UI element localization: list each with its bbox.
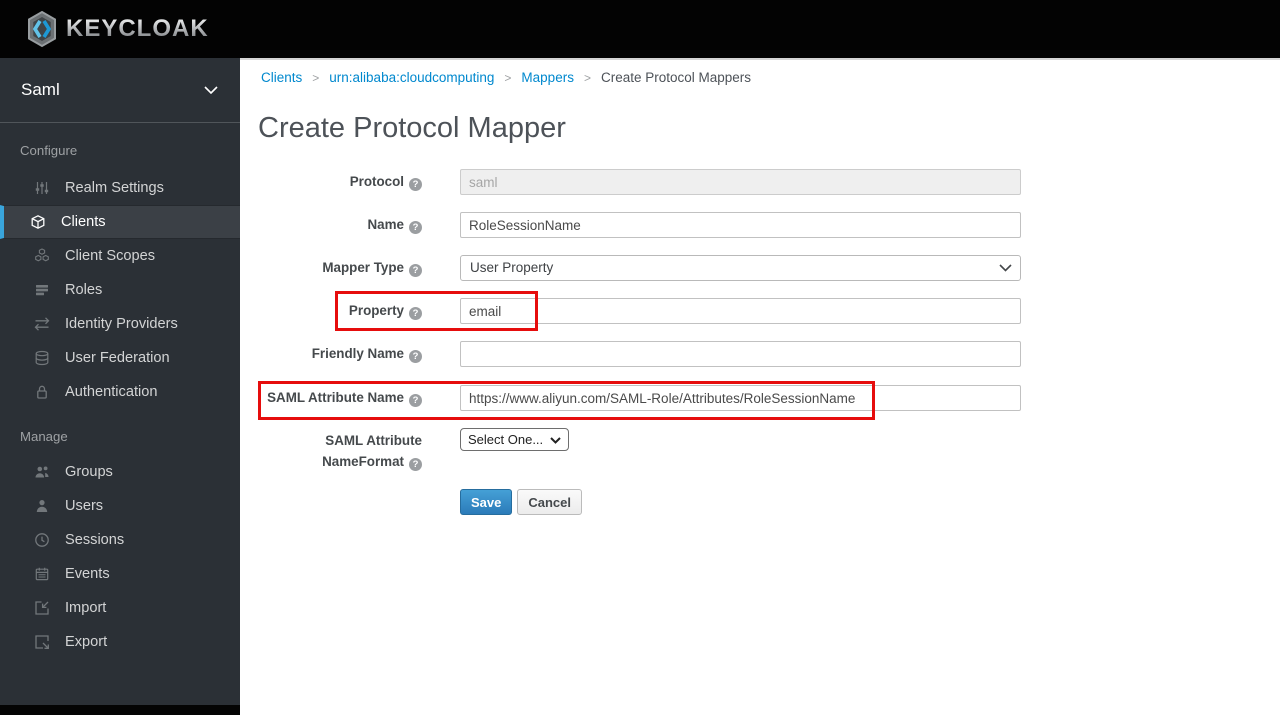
help-icon[interactable] <box>409 458 422 471</box>
list-icon <box>34 282 52 298</box>
configure-nav: Realm Settings Clients Client Scopes Rol… <box>0 171 240 409</box>
sidebar-item-label: Client Scopes <box>65 248 156 264</box>
exchange-arrows-icon <box>34 316 52 332</box>
sidebar-item-export[interactable]: Export <box>0 625 240 659</box>
chevron-down-icon <box>204 86 218 94</box>
saml-attribute-nameformat-label: SAML Attribute NameFormat <box>292 430 422 472</box>
sidebar-item-identity-providers[interactable]: Identity Providers <box>0 307 240 341</box>
friendly-name-input[interactable] <box>460 341 1021 367</box>
help-icon[interactable] <box>409 350 422 363</box>
sidebar-item-groups[interactable]: Groups <box>0 455 240 489</box>
keycloak-logo[interactable]: KEYCLOAK <box>24 9 209 49</box>
sidebar-section-manage: Manage <box>20 429 68 444</box>
top-header: KEYCLOAK <box>0 0 1280 58</box>
database-icon <box>34 350 52 366</box>
keycloak-logo-text: KEYCLOAK <box>66 15 209 42</box>
saml-attribute-name-input[interactable] <box>460 385 1021 411</box>
sidebar-item-realm-settings[interactable]: Realm Settings <box>0 171 240 205</box>
lock-icon <box>34 384 52 400</box>
import-icon <box>34 600 52 616</box>
sidebar: Saml Configure Realm Settings Clients Cl… <box>0 58 240 705</box>
clock-icon <box>34 532 52 548</box>
sidebar-item-label: Events <box>65 566 110 582</box>
manage-nav: Groups Users Sessions Events Import Expo… <box>0 455 240 659</box>
name-label: Name <box>240 212 422 238</box>
sidebar-item-label: Users <box>65 498 104 514</box>
breadcrumb-current: Create Protocol Mappers <box>574 70 751 85</box>
help-icon[interactable] <box>409 221 422 234</box>
help-icon[interactable] <box>409 394 422 407</box>
property-input[interactable] <box>460 298 1021 324</box>
property-label: Property <box>240 298 422 324</box>
realm-selector[interactable]: Saml <box>0 58 240 123</box>
cubes-icon <box>34 248 52 264</box>
sidebar-item-label: Import <box>65 600 107 616</box>
saml-attribute-nameformat-select[interactable]: Select One... <box>460 428 569 451</box>
breadcrumb-mappers[interactable]: Mappers <box>494 70 574 85</box>
friendly-name-label: Friendly Name <box>240 341 422 367</box>
sidebar-item-client-scopes[interactable]: Client Scopes <box>0 239 240 273</box>
keycloak-logo-icon <box>28 10 56 48</box>
page-title: Create Protocol Mapper <box>258 112 566 144</box>
mapper-type-label: Mapper Type <box>240 255 422 281</box>
protocol-input <box>460 169 1021 195</box>
keycloak-admin-console: KEYCLOAK Saml Configure Realm Settings C… <box>0 0 1280 715</box>
sidebar-item-label: Groups <box>65 464 113 480</box>
sidebar-item-label: Sessions <box>65 532 125 548</box>
header-divider <box>240 58 1280 60</box>
sidebar-item-label: Authentication <box>65 384 158 400</box>
sidebar-item-users[interactable]: Users <box>0 489 240 523</box>
sidebar-item-authentication[interactable]: Authentication <box>0 375 240 409</box>
form-buttons: Save Cancel <box>460 489 583 515</box>
sidebar-item-label: Realm Settings <box>65 180 164 196</box>
chevron-down-icon <box>999 264 1012 272</box>
sidebar-item-import[interactable]: Import <box>0 591 240 625</box>
sliders-icon <box>34 180 52 196</box>
chevron-down-icon <box>550 437 561 444</box>
save-button[interactable]: Save <box>460 489 513 515</box>
help-icon[interactable] <box>409 307 422 320</box>
sidebar-item-label: Identity Providers <box>65 316 178 332</box>
realm-name: Saml <box>21 80 60 99</box>
export-icon <box>34 634 52 650</box>
sidebar-item-clients[interactable]: Clients <box>0 205 240 239</box>
calendar-icon <box>34 566 52 582</box>
sidebar-bottom-strip <box>0 705 240 715</box>
sidebar-item-label: Export <box>65 634 108 650</box>
cancel-button[interactable]: Cancel <box>517 489 583 515</box>
saml-attribute-name-label: SAML Attribute Name <box>240 385 422 411</box>
sidebar-section-configure: Configure <box>20 143 78 158</box>
users-icon <box>34 464 52 480</box>
sidebar-item-label: Clients <box>61 214 106 230</box>
sidebar-item-label: Roles <box>65 282 103 298</box>
help-icon[interactable] <box>409 264 422 277</box>
protocol-label: Protocol <box>240 169 422 195</box>
breadcrumb-client-id[interactable]: urn:alibaba:cloudcomputing <box>302 70 494 85</box>
sidebar-item-events[interactable]: Events <box>0 557 240 591</box>
sidebar-item-roles[interactable]: Roles <box>0 273 240 307</box>
sidebar-item-label: User Federation <box>65 350 170 366</box>
sidebar-item-sessions[interactable]: Sessions <box>0 523 240 557</box>
help-icon[interactable] <box>409 178 422 191</box>
breadcrumb: Clients urn:alibaba:cloudcomputing Mappe… <box>261 70 751 85</box>
user-icon <box>34 498 52 514</box>
name-input[interactable] <box>460 212 1021 238</box>
sidebar-item-user-federation[interactable]: User Federation <box>0 341 240 375</box>
breadcrumb-clients[interactable]: Clients <box>261 70 302 85</box>
cube-icon <box>30 214 48 230</box>
mapper-type-select[interactable]: User Property <box>460 255 1021 281</box>
